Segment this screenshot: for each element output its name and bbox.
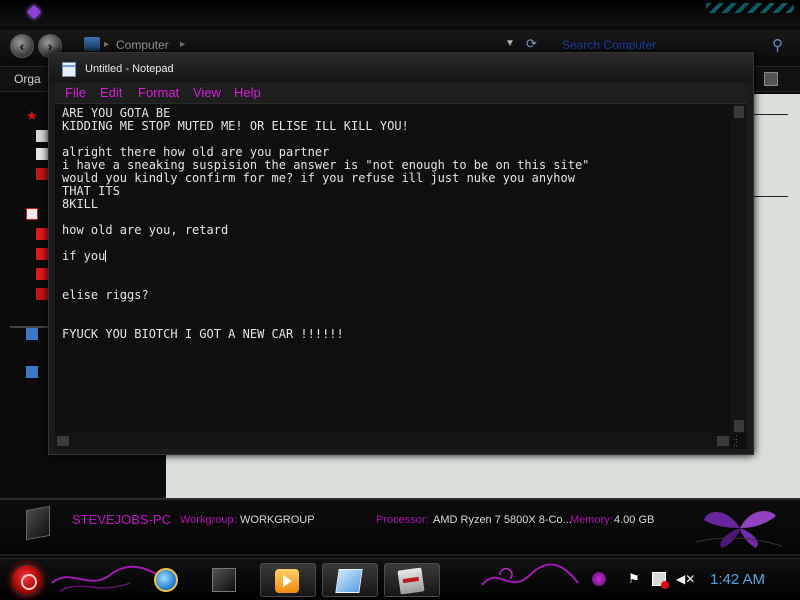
workgroup-label: Workgroup: bbox=[180, 514, 237, 526]
library-documents-icon[interactable] bbox=[36, 228, 48, 240]
desktop: ‹ › ▸ Computer ▸ ▼ ⟳ Search Computer ⚲ O… bbox=[0, 0, 800, 600]
dark-app-icon bbox=[212, 568, 236, 592]
scroll-left-arrow[interactable] bbox=[57, 436, 69, 446]
action-center-flag-icon[interactable]: ⚑ bbox=[628, 572, 642, 586]
menu-edit[interactable]: Edit bbox=[100, 85, 122, 100]
favorites-star-icon[interactable]: ★ bbox=[26, 109, 38, 122]
scroll-down-arrow[interactable] bbox=[734, 420, 744, 432]
preview-pane-icon[interactable] bbox=[764, 72, 778, 86]
title-decoration bbox=[706, 3, 794, 13]
resize-grip-icon[interactable]: .:.: bbox=[733, 434, 745, 448]
taskbar-internet-explorer[interactable] bbox=[140, 563, 196, 597]
menu-help[interactable]: Help bbox=[234, 85, 261, 100]
taskbar-notepad[interactable] bbox=[322, 563, 378, 597]
taskbar-clock[interactable]: 1:42 AM bbox=[710, 571, 765, 588]
computer-icon bbox=[84, 37, 100, 51]
address-dropdown-icon[interactable]: ▼ bbox=[505, 38, 515, 49]
scroll-up-arrow[interactable] bbox=[734, 106, 744, 118]
tray-app-icon[interactable] bbox=[592, 572, 606, 586]
downloads-folder-icon[interactable] bbox=[36, 148, 48, 160]
recent-places-icon[interactable] bbox=[36, 168, 48, 180]
taskbar: ⚑ ◀✕ 1:42 AM bbox=[0, 558, 800, 600]
text-before-caret: ARE YOU GOTA BE KIDDING ME STOP MUTED ME… bbox=[62, 106, 590, 263]
computer-nav-icon[interactable] bbox=[26, 328, 38, 340]
typewriter-icon bbox=[397, 567, 425, 595]
section-divider bbox=[754, 114, 788, 115]
notepad-window: Untitled - Notepad File Edit Format View… bbox=[48, 52, 754, 455]
processor-value: AMD Ryzen 7 5800X 8-Co... bbox=[433, 514, 572, 526]
library-music-icon[interactable] bbox=[36, 248, 48, 260]
details-pane: STEVEJOBS-PC Workgroup: WORKGROUP Proces… bbox=[0, 498, 800, 556]
notepad-menu-bar: File Edit Format View Help bbox=[55, 83, 747, 103]
menu-file[interactable]: File bbox=[65, 85, 86, 100]
app-gem-icon bbox=[26, 4, 42, 20]
notepad-icon bbox=[62, 62, 76, 77]
library-pictures-icon[interactable] bbox=[36, 268, 48, 280]
taskbar-swirl-decoration bbox=[481, 563, 579, 586]
refresh-icon[interactable]: ⟳ bbox=[526, 36, 542, 52]
network-status-icon[interactable] bbox=[652, 572, 669, 589]
network-nav-icon[interactable] bbox=[26, 366, 38, 378]
section-divider bbox=[754, 196, 788, 197]
notepad-title-bar[interactable]: Untitled - Notepad bbox=[49, 53, 753, 83]
desktop-folder-icon[interactable] bbox=[36, 130, 48, 142]
computer-name: STEVEJOBS-PC bbox=[72, 512, 171, 527]
memory-label: Memory: bbox=[570, 514, 613, 526]
volume-muted-icon[interactable]: ◀✕ bbox=[676, 572, 695, 586]
memory-value: 4.00 GB bbox=[614, 514, 655, 526]
taskbar-typing-app[interactable] bbox=[384, 563, 440, 597]
processor-label: Processor: bbox=[376, 514, 429, 526]
text-after-caret: elise riggs? FYUCK YOU BIOTCH I GOT A NE… bbox=[62, 288, 344, 341]
internet-explorer-icon bbox=[154, 568, 178, 592]
libraries-icon[interactable] bbox=[26, 208, 38, 220]
explorer-title-bar bbox=[0, 0, 800, 26]
navigation-pane: ★ bbox=[0, 96, 52, 496]
organize-button[interactable]: Orga bbox=[14, 72, 41, 86]
horizontal-scrollbar[interactable] bbox=[55, 433, 731, 449]
notepad-text: ARE YOU GOTA BE KIDDING ME STOP MUTED ME… bbox=[62, 106, 722, 342]
media-player-icon bbox=[275, 569, 299, 593]
menu-format[interactable]: Format bbox=[138, 85, 179, 100]
text-caret bbox=[105, 250, 107, 262]
workgroup-value: WORKGROUP bbox=[240, 514, 315, 526]
computer-icon bbox=[26, 505, 50, 541]
butterfly-decoration bbox=[696, 511, 782, 548]
address-location[interactable]: Computer bbox=[116, 38, 169, 52]
taskbar-dark-app[interactable] bbox=[198, 563, 254, 597]
notepad-icon bbox=[335, 569, 363, 593]
search-icon[interactable]: ⚲ bbox=[772, 36, 790, 54]
start-button[interactable] bbox=[10, 563, 44, 597]
scroll-right-arrow[interactable] bbox=[717, 436, 729, 446]
library-videos-icon[interactable] bbox=[36, 288, 48, 300]
window-title: Untitled - Notepad bbox=[85, 63, 174, 75]
vertical-scrollbar[interactable] bbox=[731, 104, 747, 434]
menu-view[interactable]: View bbox=[193, 85, 221, 100]
back-button[interactable]: ‹ bbox=[10, 34, 34, 58]
taskbar-media-player[interactable] bbox=[260, 563, 316, 597]
notepad-text-area[interactable]: ARE YOU GOTA BE KIDDING ME STOP MUTED ME… bbox=[55, 103, 747, 449]
